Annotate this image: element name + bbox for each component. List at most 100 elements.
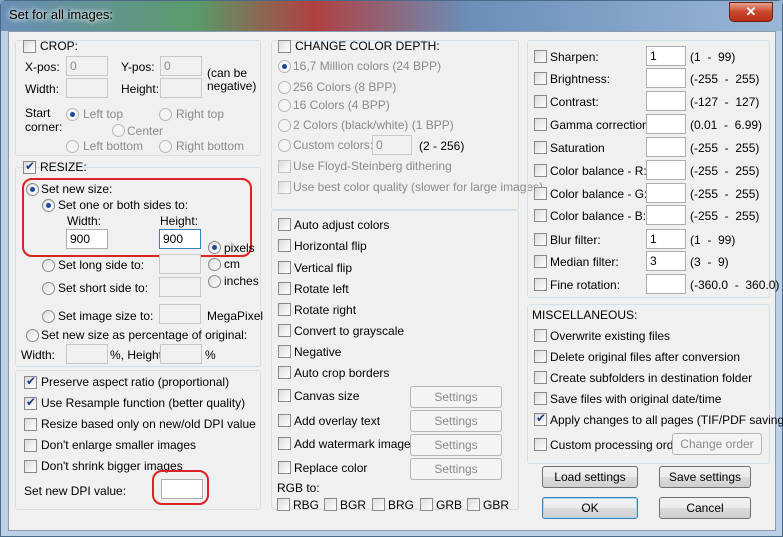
no-enlarge-checkbox[interactable] [24, 439, 37, 452]
watermark-checkbox[interactable] [278, 437, 291, 450]
filter-sharpen-input[interactable]: 1 [646, 46, 686, 66]
replace-settings-button[interactable]: Settings [410, 458, 502, 480]
radio-inches[interactable] [208, 275, 221, 288]
rotate-right-checkbox[interactable] [278, 303, 291, 316]
custom-order-checkbox[interactable] [534, 438, 547, 451]
radio-center[interactable] [112, 124, 125, 137]
title-bar[interactable]: Set for all images: ✕ [1, 1, 782, 31]
overwrite-checkbox[interactable] [534, 329, 547, 342]
grb-checkbox[interactable] [420, 498, 433, 511]
autocrop-checkbox[interactable] [278, 366, 291, 379]
long-side-input[interactable] [159, 254, 201, 274]
radio-left-bottom[interactable] [66, 140, 79, 153]
filter-cbb-checkbox[interactable] [534, 209, 547, 222]
filter-median-input[interactable]: 3 [646, 251, 686, 271]
gbr-checkbox[interactable] [467, 498, 480, 511]
overlay-checkbox[interactable] [278, 414, 291, 427]
pct-width-input[interactable] [66, 344, 108, 364]
filter-sharpen-checkbox[interactable] [534, 50, 547, 63]
crop-width-input[interactable] [66, 78, 108, 98]
filter-gamma-checkbox[interactable] [534, 118, 547, 131]
filter-saturation-checkbox[interactable] [534, 141, 547, 154]
filter-blur-checkbox[interactable] [534, 233, 547, 246]
change-order-button[interactable]: Change order [672, 433, 762, 455]
radio-cm[interactable] [208, 258, 221, 271]
crop-height-input[interactable] [160, 78, 202, 98]
save-settings-button[interactable]: Save settings [659, 466, 751, 488]
radio-short-side[interactable] [42, 282, 55, 295]
grayscale-checkbox[interactable] [278, 324, 291, 337]
radio-percentage[interactable] [26, 329, 39, 342]
negative-checkbox[interactable] [278, 345, 291, 358]
best-quality-checkbox[interactable] [278, 181, 291, 194]
preserve-checkbox[interactable] [24, 374, 37, 389]
radio-left-top[interactable] [66, 108, 79, 121]
save-date-checkbox[interactable] [534, 392, 547, 405]
rbg-checkbox[interactable] [277, 498, 290, 511]
filter-blur-input[interactable]: 1 [646, 229, 686, 249]
auto-adjust-checkbox[interactable] [278, 218, 291, 231]
image-size-input[interactable] [159, 304, 201, 324]
floyd-checkbox[interactable] [278, 160, 291, 173]
dpi-only-checkbox[interactable] [24, 418, 37, 431]
radio-24bpp[interactable] [278, 60, 291, 73]
no-shrink-checkbox[interactable] [24, 460, 37, 473]
filter-fine-input[interactable] [646, 274, 686, 294]
canvas-checkbox[interactable] [278, 389, 291, 402]
overlay-settings-button[interactable]: Settings [410, 410, 502, 432]
radio-pixels[interactable] [208, 241, 221, 254]
filter-cbg-checkbox[interactable] [534, 187, 547, 200]
vflip-checkbox[interactable] [278, 261, 291, 274]
radio-8bpp[interactable] [278, 81, 291, 94]
short-side-input[interactable] [159, 277, 201, 297]
close-icon[interactable]: ✕ [729, 2, 773, 22]
filter-cbg-input[interactable] [646, 183, 686, 203]
filter-median-checkbox[interactable] [534, 255, 547, 268]
radio-one-or-both[interactable] [42, 199, 55, 212]
filter-cbr-input[interactable] [646, 160, 686, 180]
ypos-input[interactable]: 0 [160, 56, 202, 76]
filter-bright-input[interactable] [646, 68, 686, 88]
radio-custom-colors[interactable] [278, 139, 291, 152]
ok-button[interactable]: OK [542, 497, 638, 519]
custom-colors-input[interactable]: 0 [372, 135, 412, 155]
load-settings-button[interactable]: Load settings [542, 466, 638, 488]
dpi-input[interactable] [161, 479, 203, 499]
resample-checkbox[interactable] [24, 395, 37, 410]
filter-saturation-input[interactable] [646, 137, 686, 157]
all-pages-checkbox[interactable] [534, 411, 547, 426]
pct-height-input[interactable] [160, 344, 202, 364]
xpos-input[interactable]: 0 [66, 56, 108, 76]
hflip-checkbox[interactable] [278, 239, 291, 252]
resize-height-input[interactable]: 900 [159, 229, 201, 249]
canvas-settings-button[interactable]: Settings [410, 386, 502, 408]
watermark-settings-button[interactable]: Settings [410, 434, 502, 456]
subfolders-checkbox[interactable] [534, 371, 547, 384]
filter-gamma-input[interactable] [646, 114, 686, 134]
can-be-label: (can be [207, 66, 248, 80]
filter-fine-checkbox[interactable] [534, 278, 547, 291]
best-quality-label: Use best color quality (slower for large… [293, 180, 544, 194]
radio-1bpp[interactable] [278, 119, 291, 132]
cancel-button[interactable]: Cancel [659, 497, 751, 519]
radio-set-new-size[interactable] [26, 183, 39, 196]
resize-width-input[interactable]: 900 [66, 229, 108, 249]
bgr-checkbox[interactable] [324, 498, 337, 511]
filter-bright-checkbox[interactable] [534, 72, 547, 85]
radio-right-bottom[interactable] [159, 140, 172, 153]
rotate-left-checkbox[interactable] [278, 282, 291, 295]
filter-contrast-checkbox[interactable] [534, 95, 547, 108]
radio-right-top[interactable] [159, 108, 172, 121]
crop-checkbox[interactable] [23, 40, 36, 53]
resize-checkbox[interactable] [23, 159, 36, 174]
replace-color-checkbox[interactable] [278, 461, 291, 474]
radio-image-size[interactable] [42, 310, 55, 323]
brg-checkbox[interactable] [372, 498, 385, 511]
radio-long-side[interactable] [42, 259, 55, 272]
filter-contrast-input[interactable] [646, 91, 686, 111]
radio-4bpp[interactable] [278, 99, 291, 112]
color-depth-checkbox[interactable] [278, 40, 291, 53]
filter-cbr-checkbox[interactable] [534, 164, 547, 177]
delete-originals-checkbox[interactable] [534, 350, 547, 363]
filter-cbb-input[interactable] [646, 205, 686, 225]
